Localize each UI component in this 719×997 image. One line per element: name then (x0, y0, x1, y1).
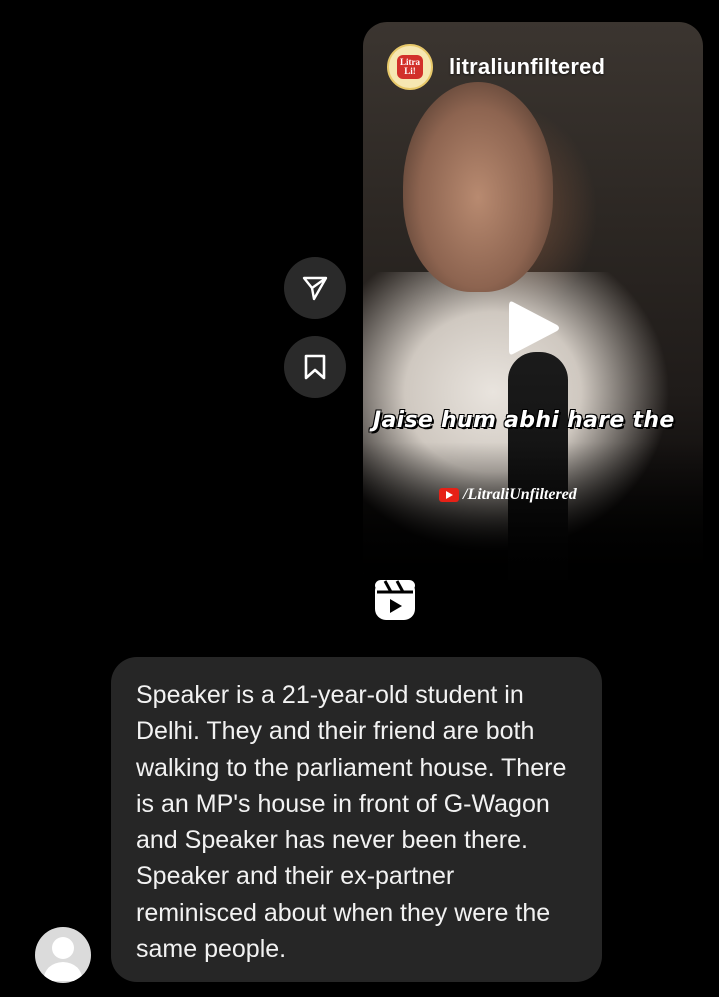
reel-caption: Jaise hum abhi hare the (373, 408, 675, 433)
play-icon[interactable] (505, 298, 561, 358)
channel-logo: Litra Li! (397, 55, 423, 79)
reel-thumbnail-fade (363, 442, 703, 594)
default-avatar-icon (43, 937, 83, 981)
reel-thumbnail-person (403, 82, 553, 292)
sender-avatar[interactable] (35, 927, 91, 983)
message-text: Speaker is a 21-year-old student in Delh… (136, 681, 567, 964)
bookmark-icon (304, 354, 326, 380)
message-bubble[interactable]: Speaker is a 21-year-old student in Delh… (111, 657, 602, 982)
reels-icon (375, 580, 415, 620)
youtube-watermark: /LitraliUnfiltered (439, 486, 577, 504)
save-button[interactable] (284, 336, 346, 398)
shared-reel-card[interactable]: Litra Li! litraliunfiltered Jaise hum abh… (363, 22, 703, 594)
youtube-icon (439, 488, 459, 502)
channel-avatar[interactable]: Litra Li! (387, 44, 433, 90)
channel-name[interactable]: litraliunfiltered (449, 54, 605, 80)
youtube-handle: /LitraliUnfiltered (463, 486, 577, 503)
share-button[interactable] (284, 257, 346, 319)
reel-header[interactable]: Litra Li! litraliunfiltered (387, 44, 605, 90)
paper-plane-icon (302, 276, 328, 301)
